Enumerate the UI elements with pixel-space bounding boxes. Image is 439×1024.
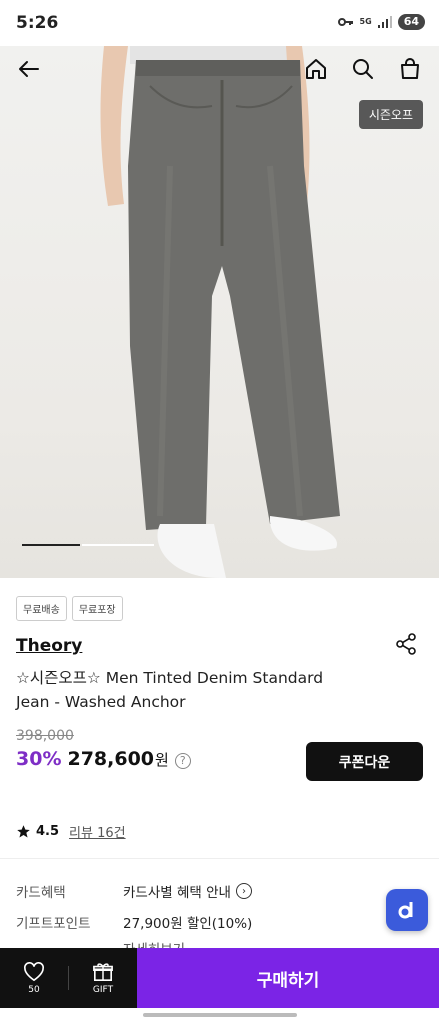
cart-button[interactable] — [395, 54, 425, 84]
sale-price: 278,600 — [67, 748, 155, 770]
gift-point-label: 기프트포인트 — [16, 916, 91, 932]
network-type: 5G — [359, 17, 372, 26]
gift-button[interactable]: GIFT — [69, 948, 137, 1008]
discount-rate: 30% — [16, 748, 62, 770]
gift-label: GIFT — [92, 984, 114, 995]
wishlist-button[interactable]: 50 — [0, 948, 68, 1008]
card-benefit-link[interactable]: 카드사별 혜택 안내 › — [123, 881, 252, 901]
gift-point-row: 기프트포인트 27,900원 할인(10%) — [16, 912, 252, 932]
season-off-badge: 시즌오프 — [358, 100, 423, 129]
card-benefit-row: 카드혜택 카드사별 혜택 안내 › — [16, 881, 252, 901]
d-logo-icon — [398, 902, 413, 919]
floating-app-button[interactable] — [386, 889, 428, 931]
buy-button[interactable]: 구매하기 — [137, 948, 439, 1008]
bottom-action-bar: 50 GIFT 구매하기 — [0, 948, 439, 1008]
rating-value: 4.5 — [36, 824, 60, 839]
search-icon — [353, 59, 373, 79]
card-benefit-label: 카드혜택 — [16, 885, 66, 901]
gift-point-value: 27,900원 할인(10%) — [123, 916, 253, 932]
wish-count: 50 — [28, 984, 40, 995]
price-line: 30% 278,600 원 ? — [16, 748, 191, 770]
review-link[interactable]: 리뷰 16건 — [69, 822, 126, 841]
bottom-left-box: 50 GIFT — [0, 948, 137, 1008]
back-button[interactable] — [14, 54, 44, 84]
free-shipping-chip: 무료배송 — [16, 596, 67, 621]
carousel-indicator-active — [22, 544, 80, 546]
rating-row: 4.5 리뷰 16건 — [16, 822, 126, 841]
brand-link[interactable]: Theory — [16, 636, 82, 656]
card-benefit-text: 카드사별 혜택 안내 — [123, 885, 231, 901]
currency-unit: 원 — [155, 751, 169, 769]
shipping-chips: 무료배송 무료포장 — [16, 596, 123, 621]
product-image[interactable]: 시즌오프 — [0, 46, 439, 578]
heart-icon — [24, 961, 44, 981]
carousel-indicator-track — [82, 544, 154, 546]
price-help-icon[interactable]: ? — [174, 752, 191, 769]
status-bar: 5:26 5G 64 — [0, 0, 439, 46]
share-icon — [396, 633, 416, 655]
signal-icon — [377, 16, 392, 28]
chevron-right-icon: › — [235, 883, 252, 899]
gesture-nav-bar — [143, 1013, 297, 1017]
star-icon — [17, 825, 30, 838]
product-title: ☆시즌오프☆ Men Tinted Denim Standard Jean - … — [16, 669, 324, 711]
gift-icon — [93, 962, 113, 981]
back-arrow-icon — [19, 61, 39, 77]
home-icon — [306, 59, 326, 79]
battery-badge: 64 — [397, 14, 425, 30]
status-icons: 5G 64 — [337, 14, 425, 30]
home-button[interactable] — [301, 54, 331, 84]
section-divider — [0, 858, 439, 859]
original-price: 398,000 — [16, 728, 74, 744]
status-time: 5:26 — [16, 13, 59, 33]
share-button[interactable] — [394, 632, 418, 656]
key-icon — [337, 18, 353, 26]
shopping-bag-icon — [401, 58, 419, 79]
coupon-download-button[interactable]: 쿠폰다운 — [306, 742, 423, 781]
free-wrapping-chip: 무료포장 — [71, 596, 123, 621]
search-button[interactable] — [348, 54, 378, 84]
